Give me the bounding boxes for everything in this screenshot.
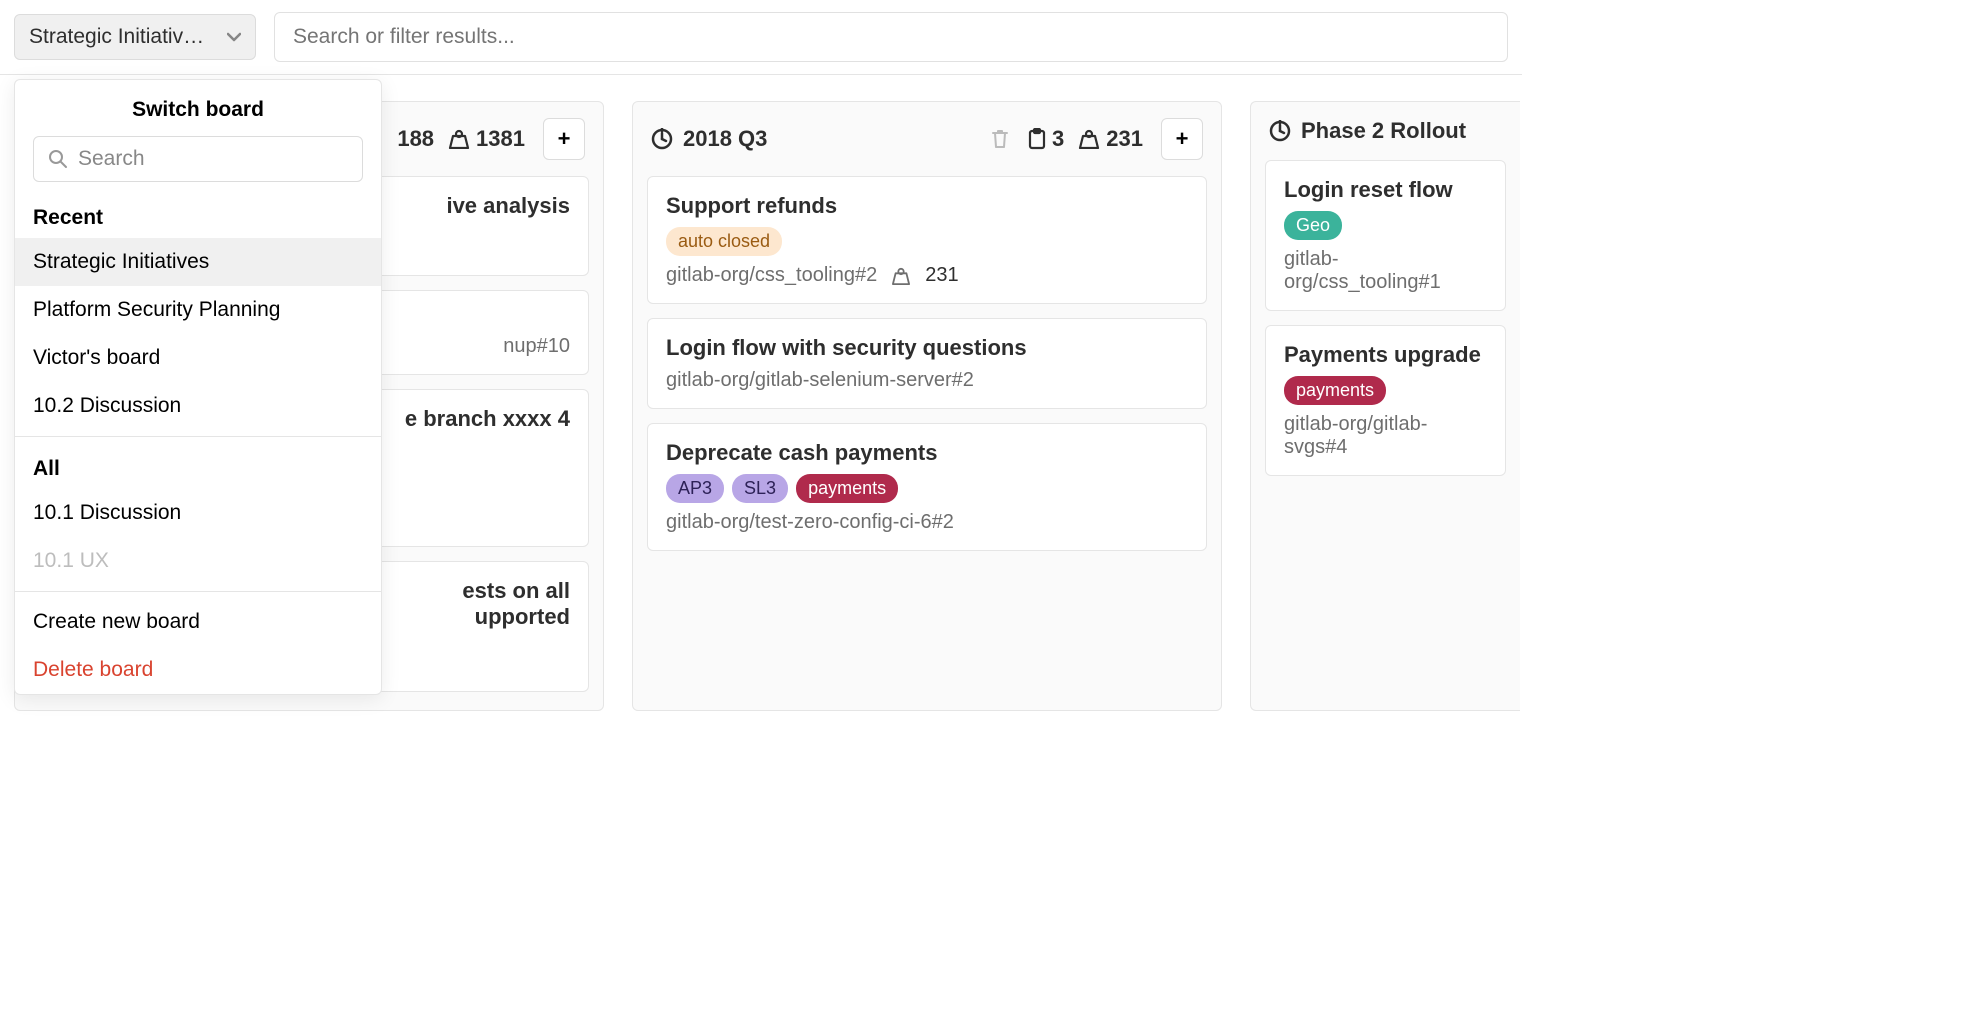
card-ref: nup#10 [503, 335, 570, 358]
column-title: Phase 2 Rollout [1301, 118, 1466, 144]
dropdown-recent-label: Recent [15, 192, 381, 238]
weight-total: 231 [1106, 126, 1143, 152]
column-header: Phase 2 Rollout [1251, 102, 1520, 160]
board-selector-label: Strategic Initiativ… [29, 25, 204, 49]
trash-icon[interactable] [990, 128, 1010, 150]
label: SL3 [732, 474, 788, 503]
board-column: Phase 2 Rollout Login reset flow Geo git… [1250, 101, 1520, 711]
weight-icon [1078, 129, 1100, 149]
card-ref: gitlab-org/css_tooling#2 [666, 264, 877, 287]
label: auto closed [666, 227, 782, 256]
dropdown-item[interactable]: 10.1 UX [15, 537, 381, 585]
card-title: Support refunds [666, 193, 1188, 219]
add-card-button[interactable]: + [1161, 118, 1203, 160]
dropdown-search-placeholder: Search [78, 147, 145, 171]
card-ref: gitlab-org/gitlab-selenium-server#2 [666, 369, 974, 392]
dropdown-item[interactable]: 10.1 Discussion [15, 489, 381, 537]
divider [15, 436, 381, 437]
card-list: Support refunds auto closed gitlab-org/c… [633, 176, 1221, 569]
card-title: Payments upgrade [1284, 342, 1487, 368]
dropdown-item[interactable]: Strategic Initiatives [15, 238, 381, 286]
board-card[interactable]: Login flow with security questions gitla… [647, 318, 1207, 409]
dropdown-search-input[interactable]: Search [33, 136, 363, 182]
weight-icon [891, 267, 911, 285]
card-labels: payments [1284, 376, 1487, 405]
card-labels: auto closed [666, 227, 1188, 256]
dropdown-item[interactable]: Victor's board [15, 334, 381, 382]
card-title: Login flow with security questions [666, 335, 1188, 361]
board-card[interactable]: Login reset flow Geo gitlab-org/css_tool… [1265, 160, 1506, 311]
card-count-icon [1028, 128, 1046, 150]
create-board-button[interactable]: Create new board [15, 598, 381, 646]
label: AP3 [666, 474, 724, 503]
dropdown-title: Switch board [15, 80, 381, 136]
card-ref: gitlab-org/test-zero-config-ci-6#2 [666, 511, 954, 534]
dropdown-all-label: All [15, 443, 381, 489]
label: payments [796, 474, 898, 503]
card-list: Login reset flow Geo gitlab-org/css_tool… [1251, 160, 1520, 494]
weight-icon [448, 129, 470, 149]
board-area: Switch board Search Recent Strategic Ini… [0, 75, 1522, 737]
weight-total: 1381 [476, 126, 525, 152]
board-column: 2018 Q3 3 [632, 101, 1222, 711]
card-title: Login reset flow [1284, 177, 1487, 203]
search-input[interactable] [274, 12, 1508, 62]
search-icon [48, 149, 68, 169]
dropdown-item[interactable]: 10.2 Discussion [15, 382, 381, 430]
label: payments [1284, 376, 1386, 405]
card-ref: gitlab-org/gitlab-svgs#4 [1284, 413, 1487, 459]
milestone-icon [651, 128, 673, 150]
divider [15, 591, 381, 592]
card-ref: gitlab-org/css_tooling#1 [1284, 248, 1487, 294]
label: Geo [1284, 211, 1342, 240]
card-labels: Geo [1284, 211, 1487, 240]
add-card-button[interactable]: + [543, 118, 585, 160]
delete-board-button[interactable]: Delete board [15, 646, 381, 694]
column-header: 2018 Q3 3 [633, 102, 1221, 176]
top-bar: Strategic Initiativ… [0, 0, 1522, 75]
column-title: 2018 Q3 [683, 126, 767, 152]
card-weight: 231 [925, 264, 958, 287]
chevron-down-icon [227, 32, 241, 42]
board-selector-dropdown[interactable]: Strategic Initiativ… [14, 14, 256, 60]
switch-board-dropdown: Switch board Search Recent Strategic Ini… [14, 79, 382, 695]
card-count: 3 [1052, 126, 1064, 152]
board-card[interactable]: Deprecate cash payments AP3 SL3 payments… [647, 423, 1207, 551]
card-labels: AP3 SL3 payments [666, 474, 1188, 503]
board-card[interactable]: Support refunds auto closed gitlab-org/c… [647, 176, 1207, 304]
card-title: Deprecate cash payments [666, 440, 1188, 466]
dropdown-item[interactable]: Platform Security Planning [15, 286, 381, 334]
board-card[interactable]: Payments upgrade payments gitlab-org/git… [1265, 325, 1506, 476]
card-count: 188 [397, 126, 434, 152]
milestone-icon [1269, 120, 1291, 142]
